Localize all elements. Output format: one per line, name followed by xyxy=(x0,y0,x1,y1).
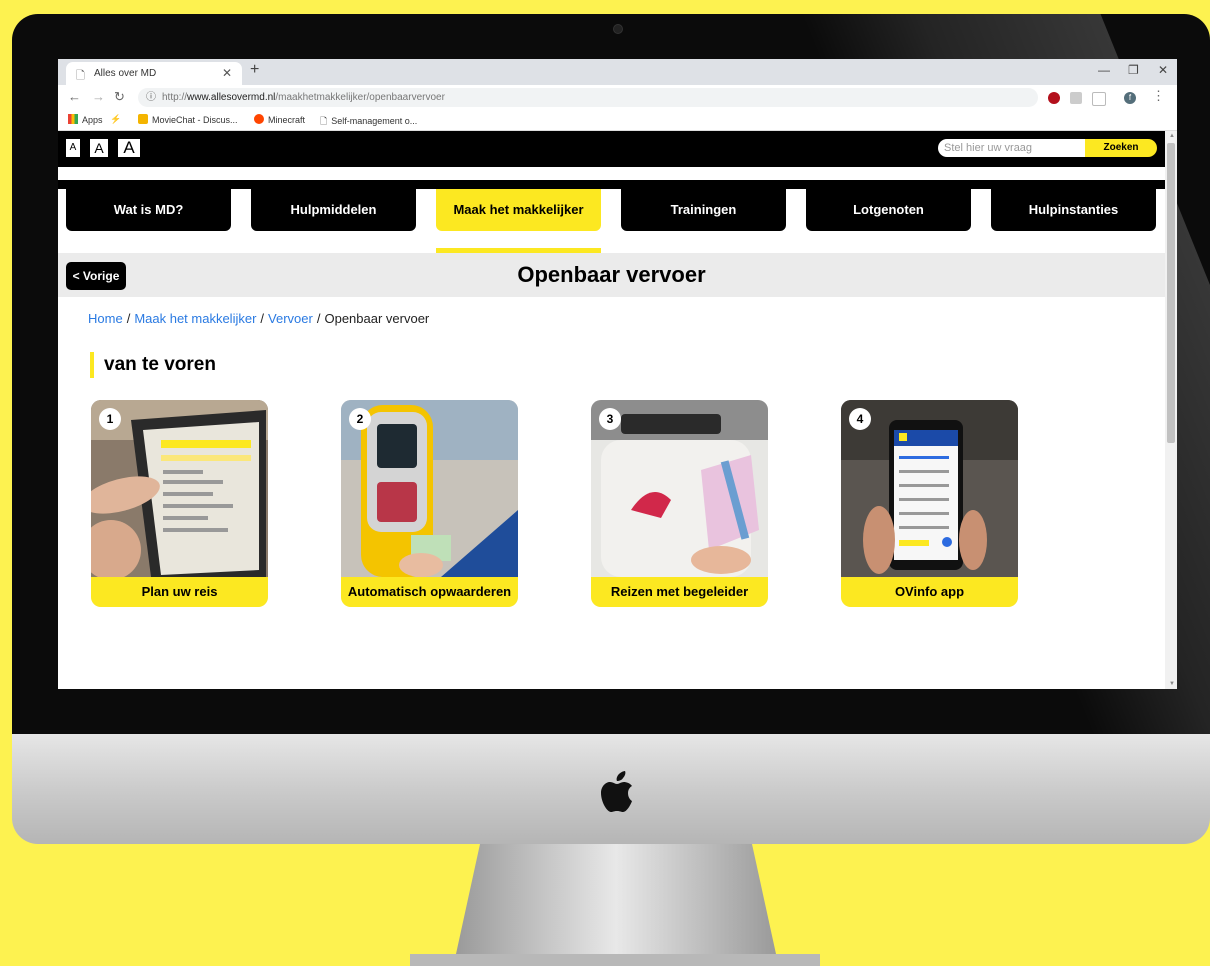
scroll-up-icon[interactable]: ▲ xyxy=(1169,133,1175,139)
breadcrumb-separator: / xyxy=(260,311,265,326)
bookmark-minecraft[interactable]: Minecraft xyxy=(254,114,305,125)
close-window-icon[interactable]: ✕ xyxy=(1158,63,1168,77)
nav-item-lotgenoten[interactable]: Lotgenoten xyxy=(806,189,971,231)
apps-grid-icon xyxy=(68,114,78,124)
card-caption: Plan uw reis xyxy=(91,577,268,607)
page-icon: 🗋 xyxy=(320,116,328,126)
tab-strip: 🗋 Alles over MD ✕ + — ❐ ✕ xyxy=(58,59,1177,85)
restore-icon[interactable]: ❐ xyxy=(1128,63,1139,77)
nav-item-maak-het-makkelijker[interactable]: Maak het makkelijker xyxy=(436,189,601,231)
nav-item-hulpmiddelen[interactable]: Hulpmiddelen xyxy=(251,189,416,231)
reddit-icon xyxy=(254,114,264,124)
breadcrumb-separator: / xyxy=(126,311,131,326)
browser-tab[interactable]: 🗋 Alles over MD ✕ xyxy=(66,62,242,85)
ublock-extension-icon[interactable] xyxy=(1048,92,1060,104)
nav-band xyxy=(58,180,1165,189)
font-size-small-button[interactable]: A xyxy=(66,139,80,157)
card-automatisch-opwaarderen[interactable]: 2 Automatisch opwaarderen xyxy=(341,400,518,607)
card-number-badge: 4 xyxy=(849,408,871,430)
breadcrumb-separator: / xyxy=(316,311,321,326)
moviechat-icon xyxy=(138,114,148,124)
browser-window: 🗋 Alles over MD ✕ + — ❐ ✕ ← → ↻ ⓘ http:/… xyxy=(58,59,1177,689)
web-page: A A A Stel hier uw vraag Zoeken Wat is M… xyxy=(58,131,1165,689)
monitor-stand xyxy=(410,844,820,966)
card-number-badge: 2 xyxy=(349,408,371,430)
apple-logo-icon xyxy=(601,771,632,812)
imac-mockup: 🗋 Alles over MD ✕ + — ❐ ✕ ← → ↻ ⓘ http:/… xyxy=(12,14,1210,844)
breadcrumb-link-vervoer[interactable]: Vervoer xyxy=(268,311,313,326)
info-icon[interactable]: ⓘ xyxy=(146,88,156,107)
card-plan-uw-reis[interactable]: 1 Plan uw reis xyxy=(91,400,268,607)
menu-kebab-icon[interactable]: ⋮ xyxy=(1152,88,1165,104)
breadcrumb-link-maak-het-makkelijker[interactable]: Maak het makkelijker xyxy=(134,311,256,326)
page-title: Openbaar vervoer xyxy=(517,262,706,287)
card-reizen-met-begeleider[interactable]: 3 Reizen met begeleider xyxy=(591,400,768,607)
card-caption: OVinfo app xyxy=(841,577,1018,607)
monitor-bezel: 🗋 Alles over MD ✕ + — ❐ ✕ ← → ↻ ⓘ http:/… xyxy=(12,14,1210,734)
nav-item-hulpinstanties[interactable]: Hulpinstanties xyxy=(991,189,1156,231)
bookmark-moviechat[interactable]: MovieChat - Discus... xyxy=(138,114,238,125)
card-caption: Reizen met begeleider xyxy=(591,577,768,607)
new-tab-icon[interactable]: + xyxy=(250,61,259,79)
breadcrumb: Home / Maak het makkelijker / Vervoer / Openba… xyxy=(88,311,429,326)
breadcrumb-current: Openbaar vervoer xyxy=(324,311,430,326)
forward-arrow-icon[interactable]: → xyxy=(92,89,105,104)
scroll-down-icon[interactable]: ▼ xyxy=(1169,681,1175,687)
back-button[interactable]: < Vorige xyxy=(66,262,126,290)
font-size-large-button[interactable]: A xyxy=(118,139,140,157)
search-button[interactable]: Zoeken xyxy=(1085,139,1157,157)
reload-icon[interactable]: ↻ xyxy=(114,89,125,105)
page-icon: 🗋 xyxy=(76,70,85,82)
url-text: http://www.allesovermd.nl/maakhetmakkeli… xyxy=(162,92,445,103)
extension-icon[interactable] xyxy=(1092,92,1106,106)
nav-item-trainingen[interactable]: Trainingen xyxy=(621,189,786,231)
search-input[interactable]: Stel hier uw vraag xyxy=(938,139,1085,157)
card-number-badge: 3 xyxy=(599,408,621,430)
bookmark-apps[interactable]: Apps xyxy=(68,114,103,125)
scrollbar-thumb[interactable] xyxy=(1167,143,1175,443)
profile-avatar[interactable]: f xyxy=(1124,92,1136,104)
bookmarks-bar: Apps ⚡ MovieChat - Discus... Minecraft 🗋… xyxy=(58,110,1177,131)
breadcrumb-link-home[interactable]: Home xyxy=(88,311,123,326)
bookmark-separator-icon: ⚡ xyxy=(110,114,122,124)
card-caption: Automatisch opwaarderen xyxy=(341,577,518,607)
nav-item-wat-is-md[interactable]: Wat is MD? xyxy=(66,189,231,231)
back-arrow-icon[interactable]: ← xyxy=(68,89,81,104)
top-bar: A A A Stel hier uw vraag Zoeken xyxy=(58,131,1165,167)
close-tab-icon[interactable]: ✕ xyxy=(222,66,232,80)
card-ovinfo-app[interactable]: 4 OVinfo app xyxy=(841,400,1018,607)
url-field[interactable]: ⓘ http://www.allesovermd.nl/maakhetmakke… xyxy=(138,88,1038,107)
card-number-badge: 1 xyxy=(99,408,121,430)
minimize-icon[interactable]: — xyxy=(1098,63,1110,77)
bookmark-self-management[interactable]: 🗋 Self-management o... xyxy=(320,114,417,130)
section-heading: van te voren xyxy=(90,352,216,378)
font-size-medium-button[interactable]: A xyxy=(90,139,108,157)
tab-title: Alles over MD xyxy=(94,68,157,79)
address-bar-row: ← → ↻ ⓘ http://www.allesovermd.nl/maakhe… xyxy=(58,85,1177,110)
camera-icon xyxy=(613,24,623,34)
title-bar: Openbaar vervoer < Vorige xyxy=(58,253,1165,297)
extension-icon[interactable] xyxy=(1070,92,1082,104)
